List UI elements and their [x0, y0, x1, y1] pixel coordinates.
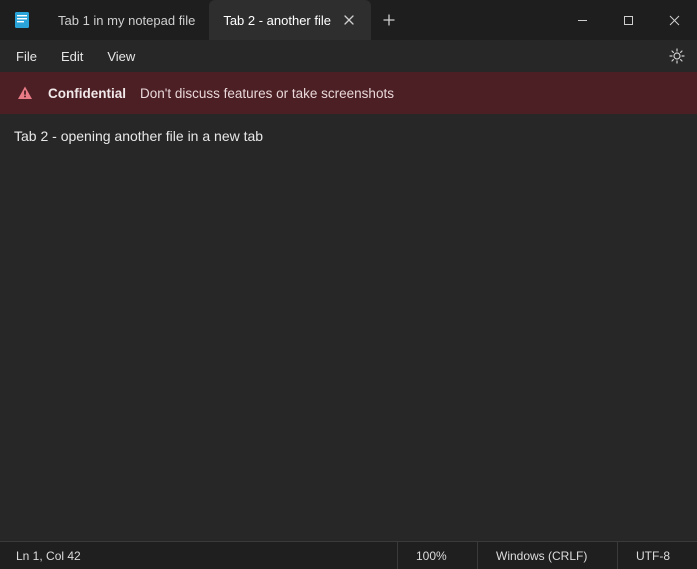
status-bar: Ln 1, Col 42 100% Windows (CRLF) UTF-8 [0, 541, 697, 569]
status-cursor-position[interactable]: Ln 1, Col 42 [0, 549, 397, 563]
window-controls [559, 0, 697, 40]
tab-label: Tab 2 - another file [223, 13, 331, 28]
title-bar: Tab 1 in my notepad file Tab 2 - another… [0, 0, 697, 40]
minimize-button[interactable] [559, 0, 605, 40]
window-close-button[interactable] [651, 0, 697, 40]
menu-file[interactable]: File [4, 45, 49, 68]
banner-title: Confidential [48, 86, 126, 101]
settings-button[interactable] [661, 40, 693, 72]
warning-icon [16, 84, 34, 102]
gear-icon [669, 48, 685, 64]
new-tab-button[interactable] [371, 0, 407, 40]
close-icon[interactable] [341, 12, 357, 28]
tab-2[interactable]: Tab 2 - another file [209, 0, 371, 40]
maximize-icon [623, 15, 634, 26]
confidential-banner: Confidential Don't discuss features or t… [0, 72, 697, 114]
minimize-icon [577, 15, 588, 26]
menu-edit[interactable]: Edit [49, 45, 95, 68]
tab-1[interactable]: Tab 1 in my notepad file [44, 0, 209, 40]
status-encoding[interactable]: UTF-8 [617, 542, 697, 569]
close-icon [669, 15, 680, 26]
title-bar-drag-area[interactable] [407, 0, 559, 40]
menu-bar: File Edit View [0, 40, 697, 72]
tab-label: Tab 1 in my notepad file [58, 13, 195, 28]
maximize-button[interactable] [605, 0, 651, 40]
status-line-ending[interactable]: Windows (CRLF) [477, 542, 617, 569]
tab-strip: Tab 1 in my notepad file Tab 2 - another… [44, 0, 407, 40]
plus-icon [383, 14, 395, 26]
notepad-icon [0, 0, 44, 40]
banner-text: Don't discuss features or take screensho… [140, 86, 394, 101]
menu-view[interactable]: View [95, 45, 147, 68]
text-editor[interactable]: Tab 2 - opening another file in a new ta… [0, 114, 697, 541]
status-zoom[interactable]: 100% [397, 542, 477, 569]
editor-content: Tab 2 - opening another file in a new ta… [14, 128, 263, 144]
